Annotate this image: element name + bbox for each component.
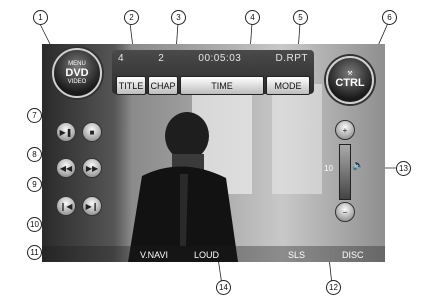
time-button[interactable]: TIME bbox=[180, 76, 264, 95]
title-button[interactable]: TITLE bbox=[116, 76, 146, 95]
info-bar: 4 2 00:05:03 D.RPT TITLE CHAP TIME MODE bbox=[112, 50, 314, 95]
callout-5: 5 bbox=[293, 10, 308, 25]
elapsed-time: 00:05:03 bbox=[198, 53, 242, 64]
callout-14: 14 bbox=[216, 280, 231, 295]
sls-button[interactable]: SLS bbox=[288, 250, 305, 260]
play-pause-button[interactable]: ▶❚ bbox=[56, 122, 76, 142]
mode-button[interactable]: MODE bbox=[266, 76, 310, 95]
dvd-menu-button[interactable]: MENU DVD VIDEO bbox=[52, 48, 102, 98]
stop-button[interactable]: ■ bbox=[82, 122, 102, 142]
stop-icon: ■ bbox=[89, 127, 95, 137]
speaker-icon: 🔈 bbox=[352, 160, 365, 171]
disc-button[interactable]: DISC bbox=[342, 250, 364, 260]
chapter-number: 2 bbox=[158, 53, 165, 64]
fast-forward-icon: ▶▶ bbox=[85, 163, 99, 173]
previous-button[interactable]: ❙◀ bbox=[56, 196, 76, 216]
loud-button[interactable]: LOUD bbox=[194, 250, 219, 260]
callout-13: 13 bbox=[396, 161, 411, 176]
volume-bar[interactable] bbox=[339, 144, 351, 200]
fast-forward-button[interactable]: ▶▶ bbox=[82, 158, 102, 178]
ctrl-button[interactable]: ⚒ CTRL bbox=[326, 56, 374, 104]
callout-11: 11 bbox=[27, 245, 42, 260]
repeat-mode: D.RPT bbox=[275, 53, 308, 64]
volume-down-button[interactable]: − bbox=[335, 202, 355, 222]
callout-7: 7 bbox=[27, 108, 42, 123]
play-pause-icon: ▶❚ bbox=[59, 127, 73, 137]
video-frame-person bbox=[128, 112, 238, 262]
dvd-label: DVD bbox=[65, 66, 89, 79]
callout-2: 2 bbox=[124, 10, 139, 25]
volume-level: 10 bbox=[324, 164, 333, 173]
title-number: 4 bbox=[118, 53, 125, 64]
video-screen[interactable]: 4 2 00:05:03 D.RPT TITLE CHAP TIME MODE … bbox=[42, 44, 385, 262]
callout-10: 10 bbox=[27, 217, 42, 232]
callout-9: 9 bbox=[27, 177, 42, 192]
ctrl-label: CTRL bbox=[335, 77, 365, 89]
vnavi-button[interactable]: V.NAVI bbox=[140, 250, 168, 260]
video-label: VIDEO bbox=[67, 78, 87, 85]
next-icon: ▶❙ bbox=[85, 201, 99, 211]
callout-6: 6 bbox=[382, 10, 397, 25]
callout-3: 3 bbox=[171, 10, 186, 25]
callout-8: 8 bbox=[27, 147, 42, 162]
volume-up-button[interactable]: + bbox=[335, 120, 355, 140]
callout-12: 12 bbox=[326, 280, 341, 295]
next-button[interactable]: ▶❙ bbox=[82, 196, 102, 216]
rewind-icon: ◀◀ bbox=[59, 163, 73, 173]
callout-1: 1 bbox=[33, 10, 48, 25]
previous-icon: ❙◀ bbox=[59, 201, 73, 211]
rewind-button[interactable]: ◀◀ bbox=[56, 158, 76, 178]
chapter-button[interactable]: CHAP bbox=[148, 76, 178, 95]
callout-4: 4 bbox=[245, 10, 260, 25]
